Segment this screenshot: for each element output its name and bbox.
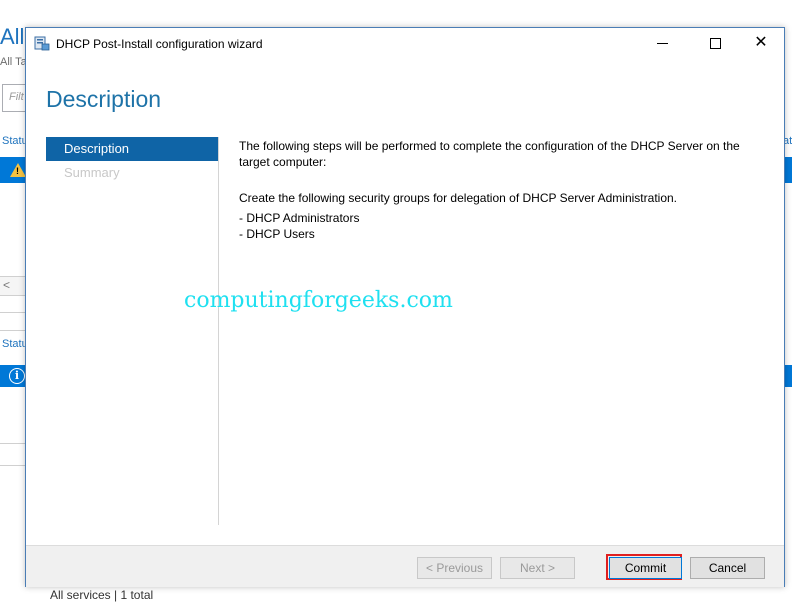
cancel-button[interactable]: Cancel bbox=[690, 557, 765, 579]
watermark-text: computingforgeeks.com bbox=[184, 288, 453, 313]
minimize-icon bbox=[657, 43, 668, 44]
groups-intro-text: Create the following security groups for… bbox=[239, 191, 677, 205]
commit-button[interactable]: Commit bbox=[609, 557, 682, 579]
bg-status-header-2[interactable]: Statu bbox=[2, 338, 28, 350]
minimize-button[interactable] bbox=[640, 28, 686, 58]
bg-status-header[interactable]: Statu bbox=[2, 135, 28, 147]
bg-right-selected-row[interactable] bbox=[784, 157, 792, 183]
maximize-button[interactable] bbox=[692, 28, 738, 58]
bg-page-title: All bbox=[0, 24, 25, 49]
next-button: Next > bbox=[500, 557, 575, 579]
group-item: - DHCP Administrators bbox=[239, 211, 360, 225]
bg-divider bbox=[0, 330, 26, 331]
bg-horizontal-scrollbar[interactable]: < bbox=[0, 276, 26, 296]
nav-item-description[interactable]: Description bbox=[46, 137, 218, 161]
bg-filter-placeholder: Filt bbox=[9, 91, 24, 103]
bg-divider bbox=[0, 465, 26, 466]
previous-button: < Previous bbox=[417, 557, 492, 579]
warning-icon-mark: ! bbox=[16, 166, 19, 176]
intro-text: The following steps will be performed to… bbox=[239, 139, 740, 169]
close-button[interactable]: ✕ bbox=[738, 28, 784, 58]
info-icon: i bbox=[9, 368, 25, 384]
close-icon: ✕ bbox=[754, 34, 768, 51]
wizard-window: DHCP Post-Install configuration wizard ✕… bbox=[25, 27, 785, 587]
page-heading: Description bbox=[46, 86, 162, 112]
content-pane: The following steps will be performed to… bbox=[239, 138, 769, 242]
scroll-left-icon[interactable]: < bbox=[3, 278, 10, 292]
server-wizard-icon bbox=[34, 36, 50, 51]
nav-item-summary: Summary bbox=[64, 165, 120, 180]
bg-right-selected-row-2[interactable] bbox=[784, 365, 792, 387]
nav-divider bbox=[218, 137, 219, 525]
bg-divider bbox=[0, 443, 26, 444]
maximize-icon bbox=[710, 38, 721, 49]
bg-divider bbox=[0, 312, 26, 313]
title-bar[interactable]: DHCP Post-Install configuration wizard ✕ bbox=[26, 28, 784, 58]
window-title: DHCP Post-Install configuration wizard bbox=[56, 37, 263, 51]
button-bar: < Previous Next > Commit Cancel bbox=[26, 545, 784, 587]
group-item: - DHCP Users bbox=[239, 227, 315, 241]
wizard-nav: Description Summary bbox=[46, 137, 218, 185]
